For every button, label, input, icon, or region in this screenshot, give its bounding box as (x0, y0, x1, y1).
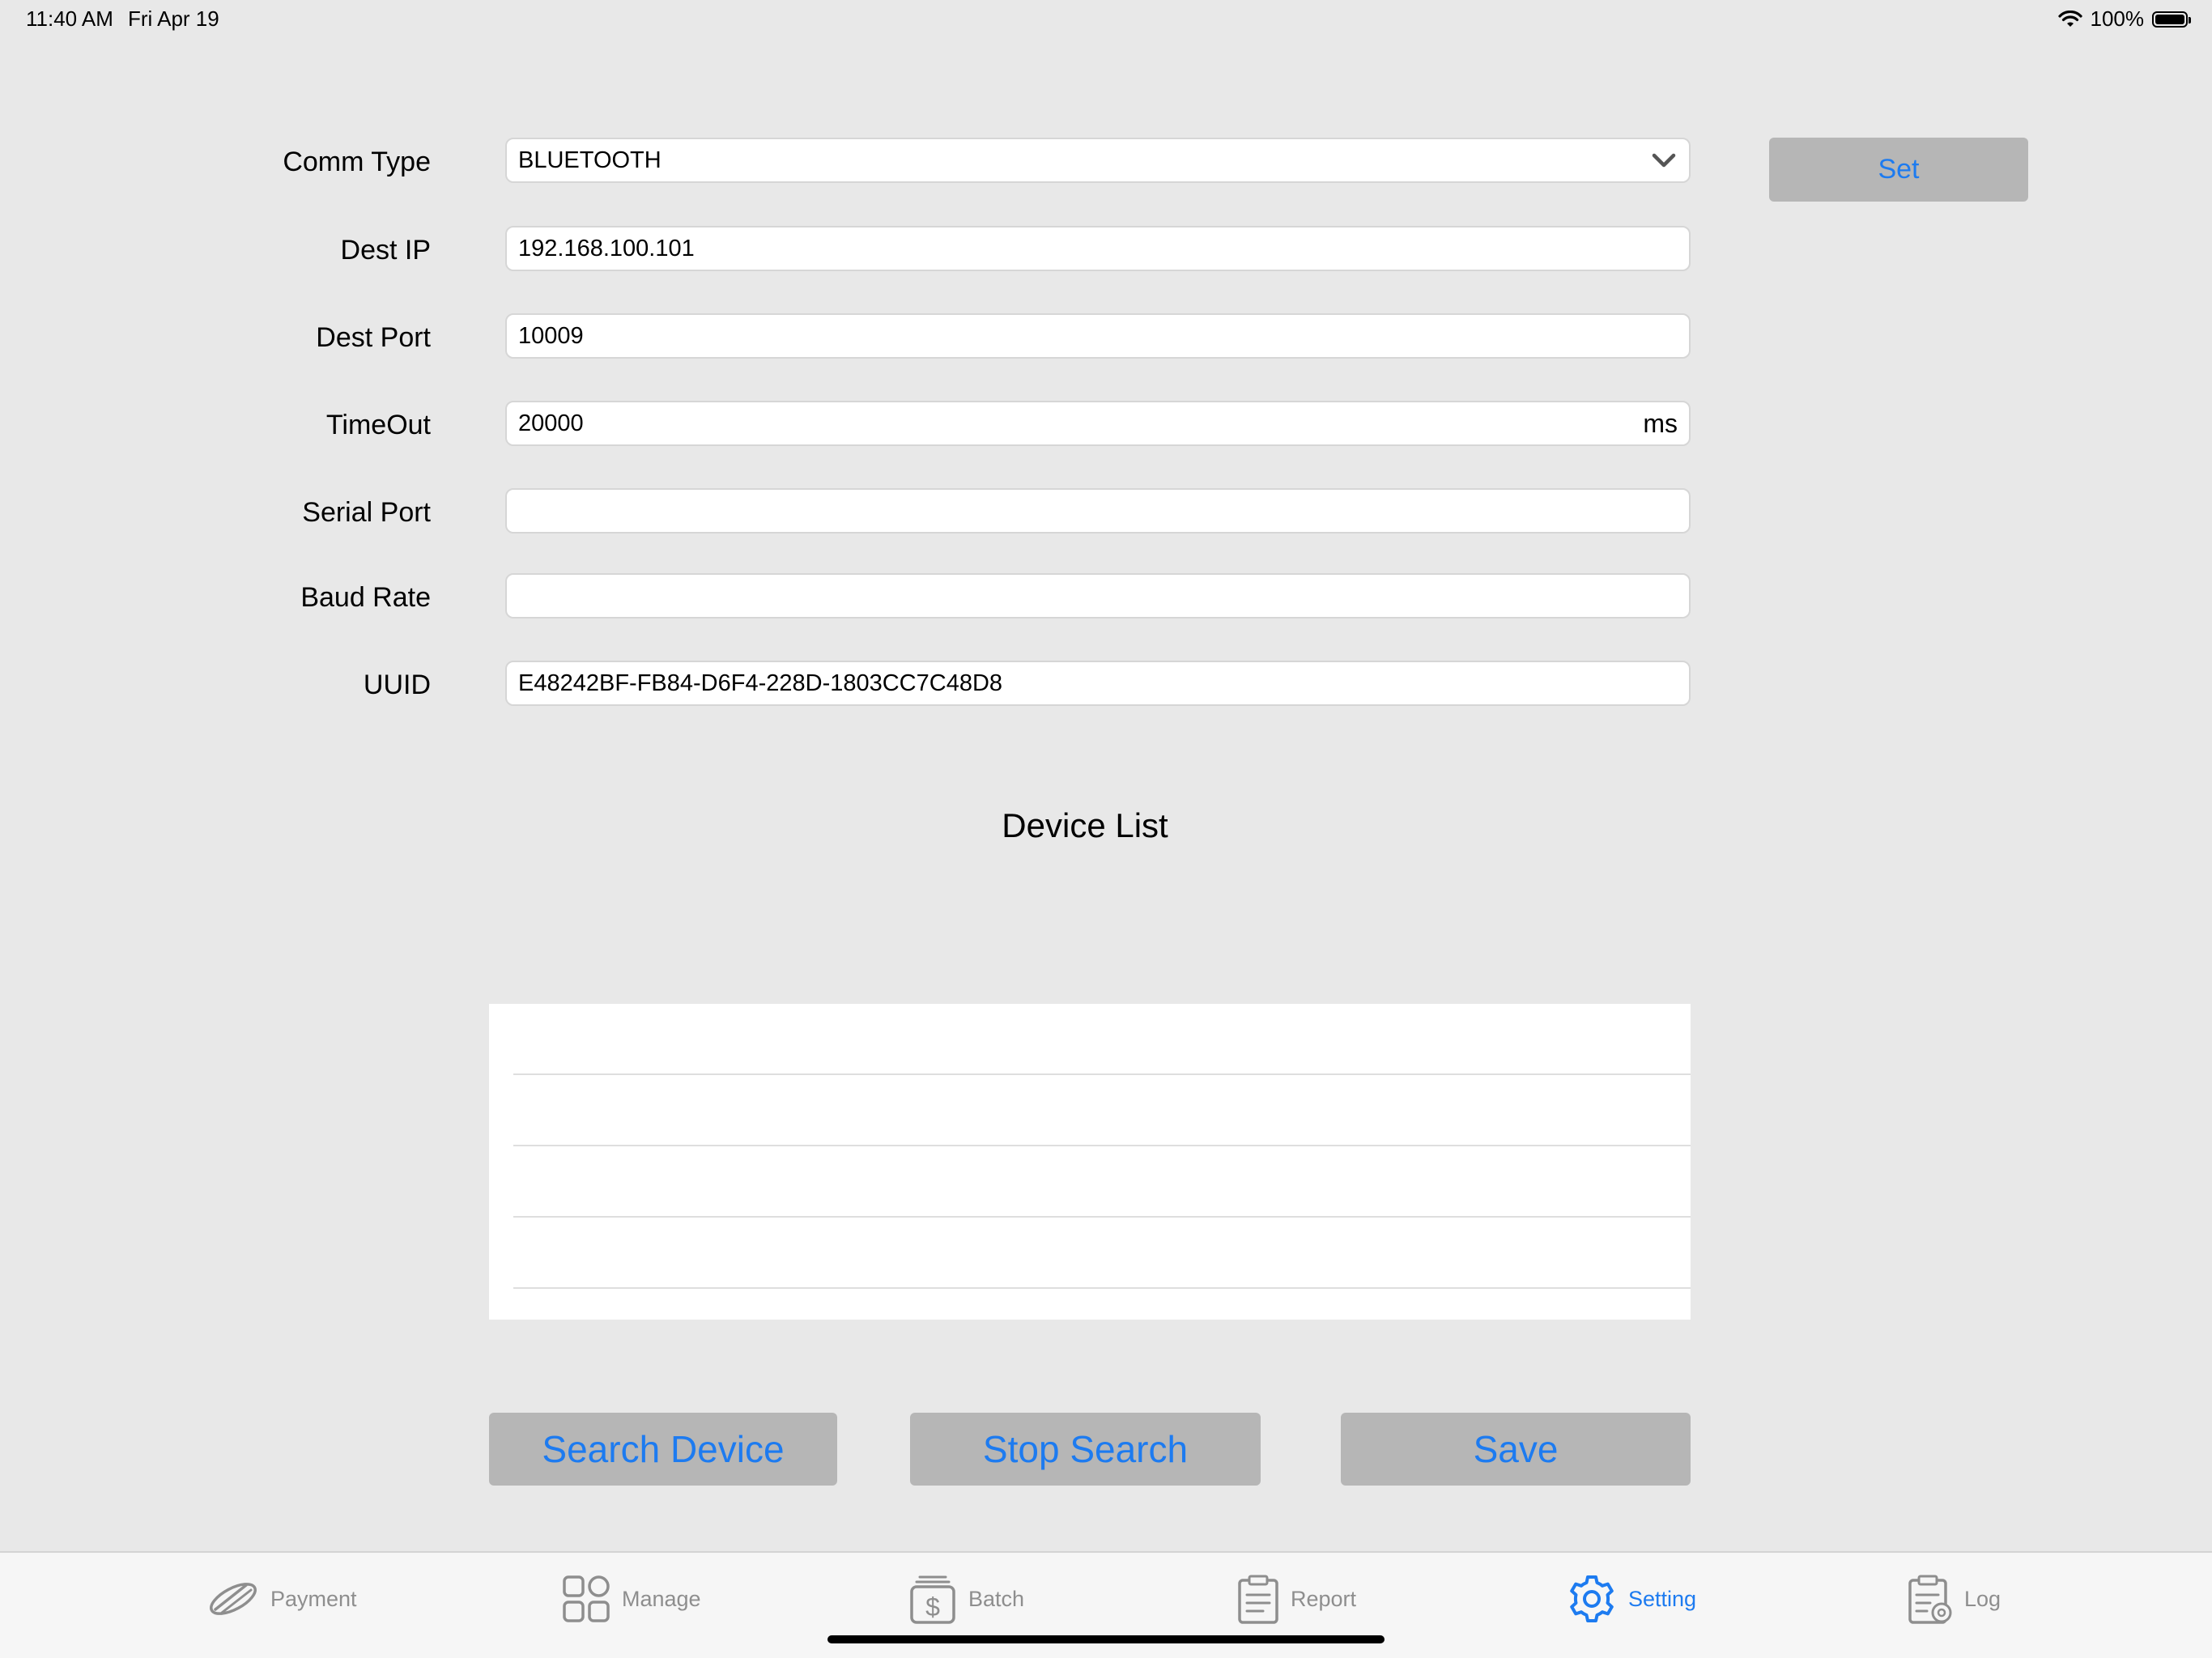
dest-port-label: Dest Port (316, 322, 431, 353)
device-list-title: Device List (1002, 806, 1168, 844)
uuid-value: E48242BF-FB84-D6F4-228D-1803CC7C48D8 (518, 670, 1003, 696)
dest-port-input[interactable]: 10009 (505, 313, 1691, 359)
battery-percent: 100% (2090, 6, 2145, 31)
tab-payment[interactable]: Payment (207, 1571, 357, 1627)
baud-rate-label: Baud Rate (300, 582, 431, 613)
status-date: Fri Apr 19 (128, 6, 219, 31)
tab-report[interactable]: Report (1237, 1571, 1356, 1627)
svg-text:$: $ (925, 1592, 940, 1622)
dest-ip-value: 192.168.100.101 (518, 235, 695, 261)
timeout-unit: ms (1643, 408, 1678, 438)
dest-ip-label: Dest IP (340, 235, 431, 266)
tab-batch-label: Batch (968, 1586, 1025, 1611)
device-list-row[interactable] (513, 1075, 1691, 1146)
dest-port-value: 10009 (518, 322, 584, 349)
tab-manage[interactable]: Manage (562, 1571, 701, 1627)
settings-screen: 11:40 AM Fri Apr 19 100% Comm Type Dest … (0, 0, 2212, 1658)
tab-batch[interactable]: $ Batch (908, 1571, 1024, 1627)
save-button[interactable]: Save (1341, 1413, 1691, 1486)
payment-icon (210, 1583, 257, 1615)
timeout-label: TimeOut (325, 410, 431, 440)
timeout-input[interactable]: 20000 ms (505, 401, 1691, 446)
batch-dollar-icon: $ (910, 1575, 955, 1624)
battery-icon (2152, 11, 2191, 28)
tab-report-label: Report (1291, 1586, 1357, 1611)
tab-setting[interactable]: Setting (1567, 1571, 1696, 1627)
grid-icon (563, 1575, 610, 1622)
tab-log[interactable]: Log (1908, 1571, 2001, 1627)
uuid-input[interactable]: E48242BF-FB84-D6F4-228D-1803CC7C48D8 (505, 661, 1691, 706)
device-list-row[interactable] (513, 1146, 1691, 1218)
serial-port-label: Serial Port (302, 497, 431, 528)
comm-type-dropdown[interactable]: BLUETOOTH (505, 138, 1691, 183)
home-indicator (827, 1635, 1385, 1643)
device-list[interactable] (489, 1004, 1691, 1320)
status-time: 11:40 AM (26, 6, 113, 31)
tab-manage-label: Manage (622, 1586, 701, 1611)
stop-search-button[interactable]: Stop Search (910, 1413, 1261, 1486)
set-button[interactable]: Set (1769, 138, 2028, 202)
serial-port-input[interactable] (505, 488, 1691, 534)
timeout-value: 20000 (518, 410, 584, 436)
comm-type-value: BLUETOOTH (518, 147, 661, 173)
uuid-label: UUID (363, 670, 431, 700)
baud-rate-input[interactable] (505, 573, 1691, 619)
report-clipboard-icon (1238, 1575, 1278, 1624)
tab-setting-label: Setting (1628, 1586, 1697, 1611)
wifi-icon (2057, 10, 2082, 27)
device-list-row[interactable] (513, 1004, 1691, 1075)
log-clipboard-icon (1908, 1575, 1952, 1624)
comm-type-label: Comm Type (283, 147, 431, 177)
chevron-down-icon (1652, 153, 1676, 168)
dest-ip-input[interactable]: 192.168.100.101 (505, 226, 1691, 271)
search-device-button[interactable]: Search Device (489, 1413, 837, 1486)
tab-log-label: Log (1964, 1586, 2001, 1611)
tab-payment-label: Payment (270, 1586, 357, 1611)
device-list-row[interactable] (513, 1218, 1691, 1289)
status-right: 100% (2057, 6, 2191, 32)
gear-icon (1570, 1575, 1614, 1622)
